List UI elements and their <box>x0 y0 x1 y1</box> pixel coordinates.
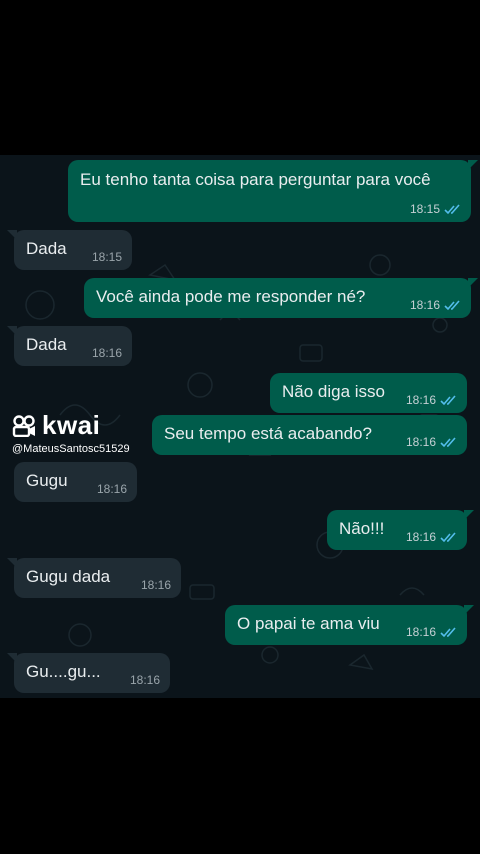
kwai-brand: kwai <box>42 410 101 440</box>
message-meta: 18:16 <box>406 530 457 544</box>
bubble-tail <box>7 326 17 336</box>
bubble-tail <box>7 558 17 568</box>
message-meta: 18:16 <box>141 578 171 592</box>
message-text: Gugu dada <box>26 567 111 586</box>
message-meta: 18:16 <box>406 435 457 449</box>
bubble-tail <box>468 160 478 170</box>
message-text: O papai te ama viu <box>237 614 380 633</box>
kwai-username: @MateusSantosc51529 <box>12 443 130 455</box>
message-time: 18:16 <box>405 435 436 449</box>
kwai-logo-row: kwai <box>12 410 152 441</box>
message-incoming[interactable]: Gugu 18:16 <box>14 462 137 502</box>
message-text: Gugu <box>26 471 68 490</box>
bubble-tail <box>464 510 474 520</box>
message-time: 18:16 <box>96 482 127 496</box>
message-outgoing[interactable]: Seu tempo está acabando? 18:16 <box>152 415 467 455</box>
message-text: Você ainda pode me responder né? <box>96 287 366 306</box>
message-time: 18:16 <box>140 578 171 592</box>
message-meta: 18:15 <box>410 202 461 216</box>
double-check-icon <box>440 626 456 637</box>
double-check-icon <box>440 436 456 447</box>
message-text: Dada <box>26 335 67 354</box>
message-outgoing[interactable]: Não!!! 18:16 <box>327 510 474 550</box>
message-meta: 18:15 <box>92 250 122 264</box>
message-time: 18:16 <box>91 346 122 360</box>
message-incoming[interactable]: Dada 18:16 <box>7 326 132 366</box>
kwai-logo-icon <box>12 414 35 437</box>
message-meta: 18:16 <box>97 482 127 496</box>
message-time: 18:16 <box>405 393 436 407</box>
message-text: Dada <box>26 239 67 258</box>
message-time: 18:16 <box>405 625 436 639</box>
message-text: Não!!! <box>339 519 385 538</box>
message-text: Não diga isso <box>282 382 386 401</box>
bubble-tail <box>468 278 478 288</box>
message-time: 18:16 <box>409 298 440 312</box>
message-time: 18:16 <box>405 530 436 544</box>
kwai-watermark: kwai @MateusSantosc51529 <box>12 410 152 455</box>
double-check-icon <box>444 203 460 214</box>
message-incoming[interactable]: Gugu dada 18:16 <box>7 558 181 598</box>
message-text: Gu....gu... <box>26 662 101 681</box>
bubble-tail <box>7 230 17 240</box>
message-text: Seu tempo está acabando? <box>164 424 372 443</box>
message-outgoing[interactable]: Você ainda pode me responder né? 18:16 <box>84 278 478 318</box>
message-text: Eu tenho tanta coisa para perguntar para… <box>80 170 431 189</box>
message-outgoing[interactable]: Não diga isso 18:16 <box>270 373 467 413</box>
message-meta: 18:16 <box>410 298 461 312</box>
message-incoming[interactable]: Gu....gu... 18:16 <box>7 653 170 693</box>
bubble-tail <box>464 605 474 615</box>
message-meta: 18:16 <box>406 393 457 407</box>
message-outgoing[interactable]: O papai te ama viu 18:16 <box>225 605 474 645</box>
message-time: 18:15 <box>409 202 440 216</box>
double-check-icon <box>440 394 456 405</box>
double-check-icon <box>444 299 460 310</box>
double-check-icon <box>440 531 456 542</box>
message-meta: 18:16 <box>92 346 122 360</box>
message-time: 18:16 <box>129 673 160 687</box>
message-meta: 18:16 <box>406 625 457 639</box>
message-outgoing[interactable]: Eu tenho tanta coisa para perguntar para… <box>68 160 478 222</box>
bubble-tail <box>7 653 17 663</box>
message-incoming[interactable]: Dada 18:15 <box>7 230 132 270</box>
message-meta: 18:16 <box>130 673 160 687</box>
message-time: 18:15 <box>91 250 122 264</box>
